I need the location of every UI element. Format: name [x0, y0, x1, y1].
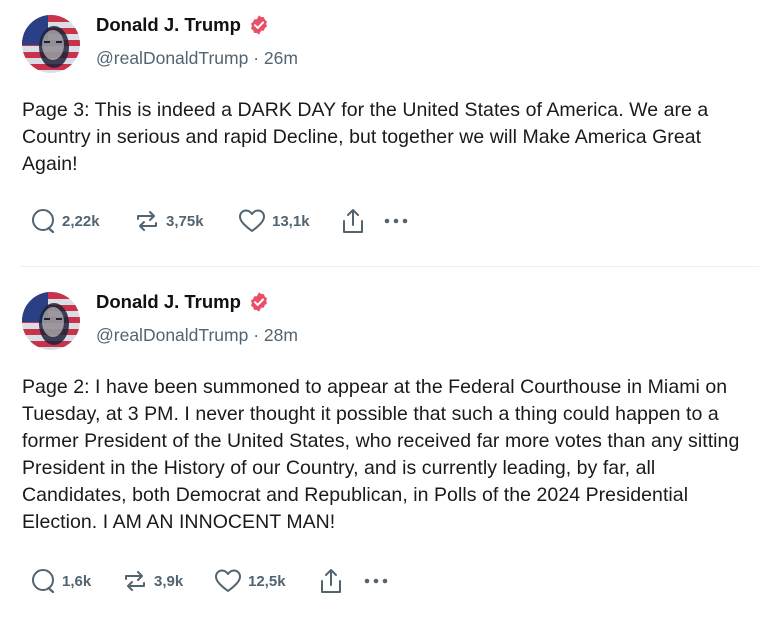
share-icon: [343, 209, 363, 233]
repost-button[interactable]: 3,9k: [122, 568, 214, 594]
share-icon: [321, 569, 341, 593]
separator: ·: [248, 48, 264, 68]
repost-icon: [137, 211, 157, 231]
author-handle[interactable]: @realDonaldTrump: [96, 48, 248, 68]
post-text: Page 2: I have been summoned to appear a…: [22, 376, 740, 533]
reply-icon: [32, 209, 55, 234]
author-name[interactable]: Donald J. Trump: [96, 14, 241, 36]
share-button[interactable]: [318, 567, 362, 595]
post-time[interactable]: 26m: [264, 48, 298, 68]
post[interactable]: Donald J. Trump @realDonaldTrump · 26m P…: [0, 0, 775, 262]
repost-icon: [125, 571, 145, 591]
reply-button[interactable]: 2,22k: [30, 208, 134, 234]
author-row: Donald J. Trump: [96, 14, 270, 36]
avatar[interactable]: [22, 15, 80, 73]
post[interactable]: Donald J. Trump @realDonaldTrump · 28m P…: [0, 277, 775, 620]
verified-badge-icon: [248, 291, 270, 313]
author-handle[interactable]: @realDonaldTrump: [96, 325, 248, 345]
repost-count: 3,75k: [166, 212, 204, 230]
action-bar: 1,6k 3,9k 12,5k: [30, 567, 402, 595]
separator: ·: [248, 325, 264, 345]
more-icon: [364, 578, 388, 584]
like-icon: [215, 569, 241, 592]
post-divider: [20, 266, 759, 267]
post-text: Page 3: This is indeed a DARK DAY for th…: [22, 99, 709, 175]
feed: Donald J. Trump @realDonaldTrump · 26m P…: [0, 0, 775, 620]
reply-button[interactable]: 1,6k: [30, 568, 122, 594]
like-count: 12,5k: [248, 572, 286, 590]
avatar-image: [22, 292, 80, 350]
more-button[interactable]: [382, 216, 422, 226]
reply-icon: [32, 569, 55, 594]
reply-count: 2,22k: [62, 212, 100, 230]
author-row: Donald J. Trump: [96, 291, 270, 313]
post-time[interactable]: 28m: [264, 325, 298, 345]
more-icon: [384, 218, 408, 224]
repost-count: 3,9k: [154, 572, 184, 590]
action-bar: 2,22k 3,75k 13,1k: [30, 207, 422, 235]
like-icon: [239, 209, 265, 232]
like-button[interactable]: 12,5k: [214, 568, 318, 594]
avatar[interactable]: [22, 292, 80, 350]
avatar-image: [22, 15, 80, 73]
author-name[interactable]: Donald J. Trump: [96, 291, 241, 313]
handle-row: @realDonaldTrump · 26m: [96, 48, 298, 69]
repost-button[interactable]: 3,75k: [134, 208, 238, 234]
share-button[interactable]: [340, 207, 382, 235]
verified-badge-icon: [248, 14, 270, 36]
handle-row: @realDonaldTrump · 28m: [96, 325, 298, 346]
like-button[interactable]: 13,1k: [238, 208, 340, 234]
like-count: 13,1k: [272, 212, 310, 230]
more-button[interactable]: [362, 576, 402, 586]
reply-count: 1,6k: [62, 572, 92, 590]
